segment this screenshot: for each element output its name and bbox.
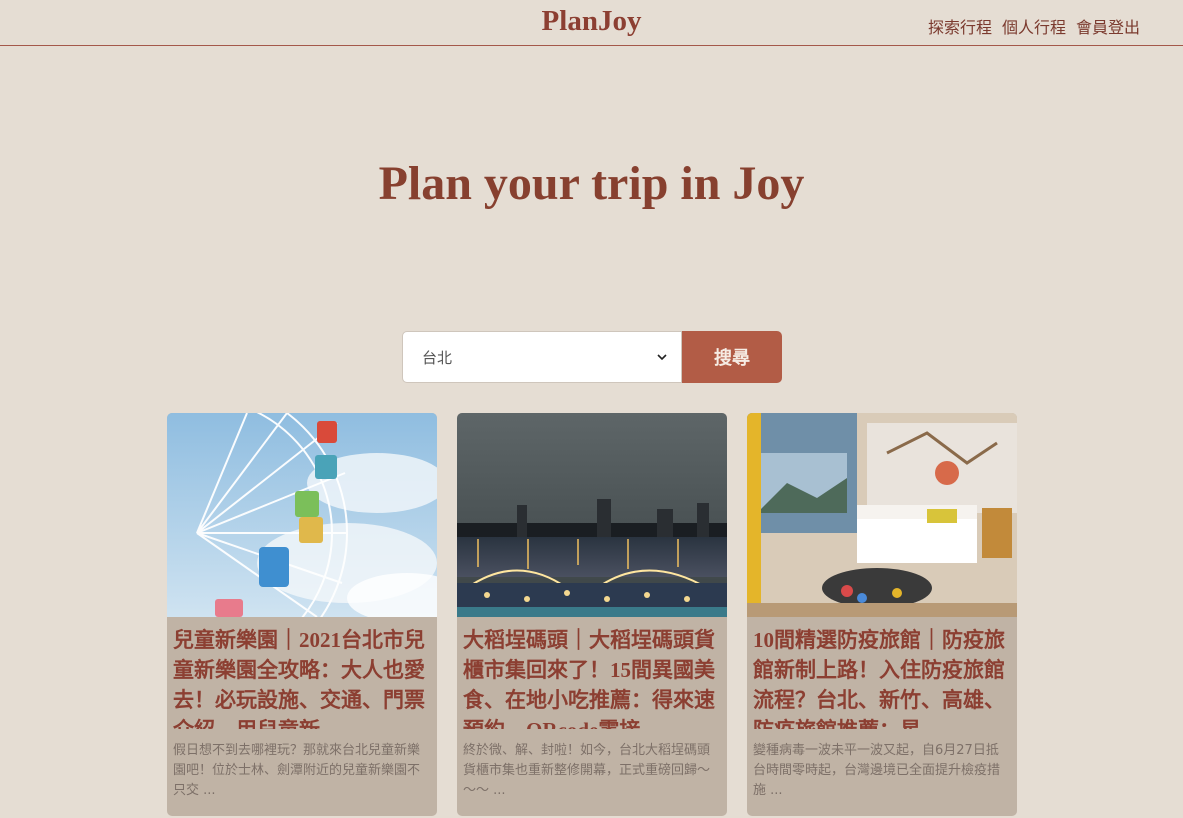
card-title: 10間精選防疫旅館｜防疫旅館新制上路！入住防疫旅館流程？台北、新竹、高雄、防疫旅… [753,628,1005,729]
riverside-night-market-photo [457,413,727,617]
trip-card[interactable]: 大稻埕碼頭｜大稻埕碼頭貨櫃市集回來了！15間異國美食、在地小吃推薦：得來速預約、… [457,413,727,816]
nav-links: 探索行程 個人行程 會員登出 [928,14,1140,38]
card-description: 變種病毒一波未平一波又起，自6月27日抵台時間零時起，台灣邊境已全面提升檢疫措施… [753,743,1001,798]
card-title: 兒童新樂園｜2021台北市兒童新樂園全攻略：大人也愛去！必玩設施、交通、門票介紹… [173,628,425,729]
top-navbar: PlanJoy 探索行程 個人行程 會員登出 [0,0,1183,46]
card-title: 大稻埕碼頭｜大稻埕碼頭貨櫃市集回來了！15間異國美食、在地小吃推薦：得來速預約、… [463,628,715,729]
city-select-value: 台北 [422,348,453,367]
brand-logo[interactable]: PlanJoy [542,5,642,37]
search-bar: 台北 搜尋 [402,331,782,383]
nav-my-trips[interactable]: 個人行程 [1002,14,1066,38]
hero-title: Plan your trip in Joy [378,157,805,210]
card-description: 假日想不到去哪裡玩？那就來台北兒童新樂園吧！位於士林、劍潭附近的兒童新樂園不只交… [173,743,421,798]
nav-logout[interactable]: 會員登出 [1076,14,1140,38]
trip-card[interactable]: 兒童新樂園｜2021台北市兒童新樂園全攻略：大人也愛去！必玩設施、交通、門票介紹… [167,413,437,816]
card-description: 終於微、解、封啦！如今，台北大稻埕碼頭貨櫃市集也重新整修開幕，正式重磅回歸～～～… [463,743,711,798]
chevron-down-icon [657,354,667,361]
search-button[interactable]: 搜尋 [682,331,782,383]
hotel-room-photo [747,413,1017,617]
ferris-wheel-photo [167,413,437,617]
nav-explore-trips[interactable]: 探索行程 [928,14,992,38]
city-select[interactable]: 台北 [402,331,682,383]
trip-card[interactable]: 10間精選防疫旅館｜防疫旅館新制上路！入住防疫旅館流程？台北、新竹、高雄、防疫旅… [747,413,1017,816]
